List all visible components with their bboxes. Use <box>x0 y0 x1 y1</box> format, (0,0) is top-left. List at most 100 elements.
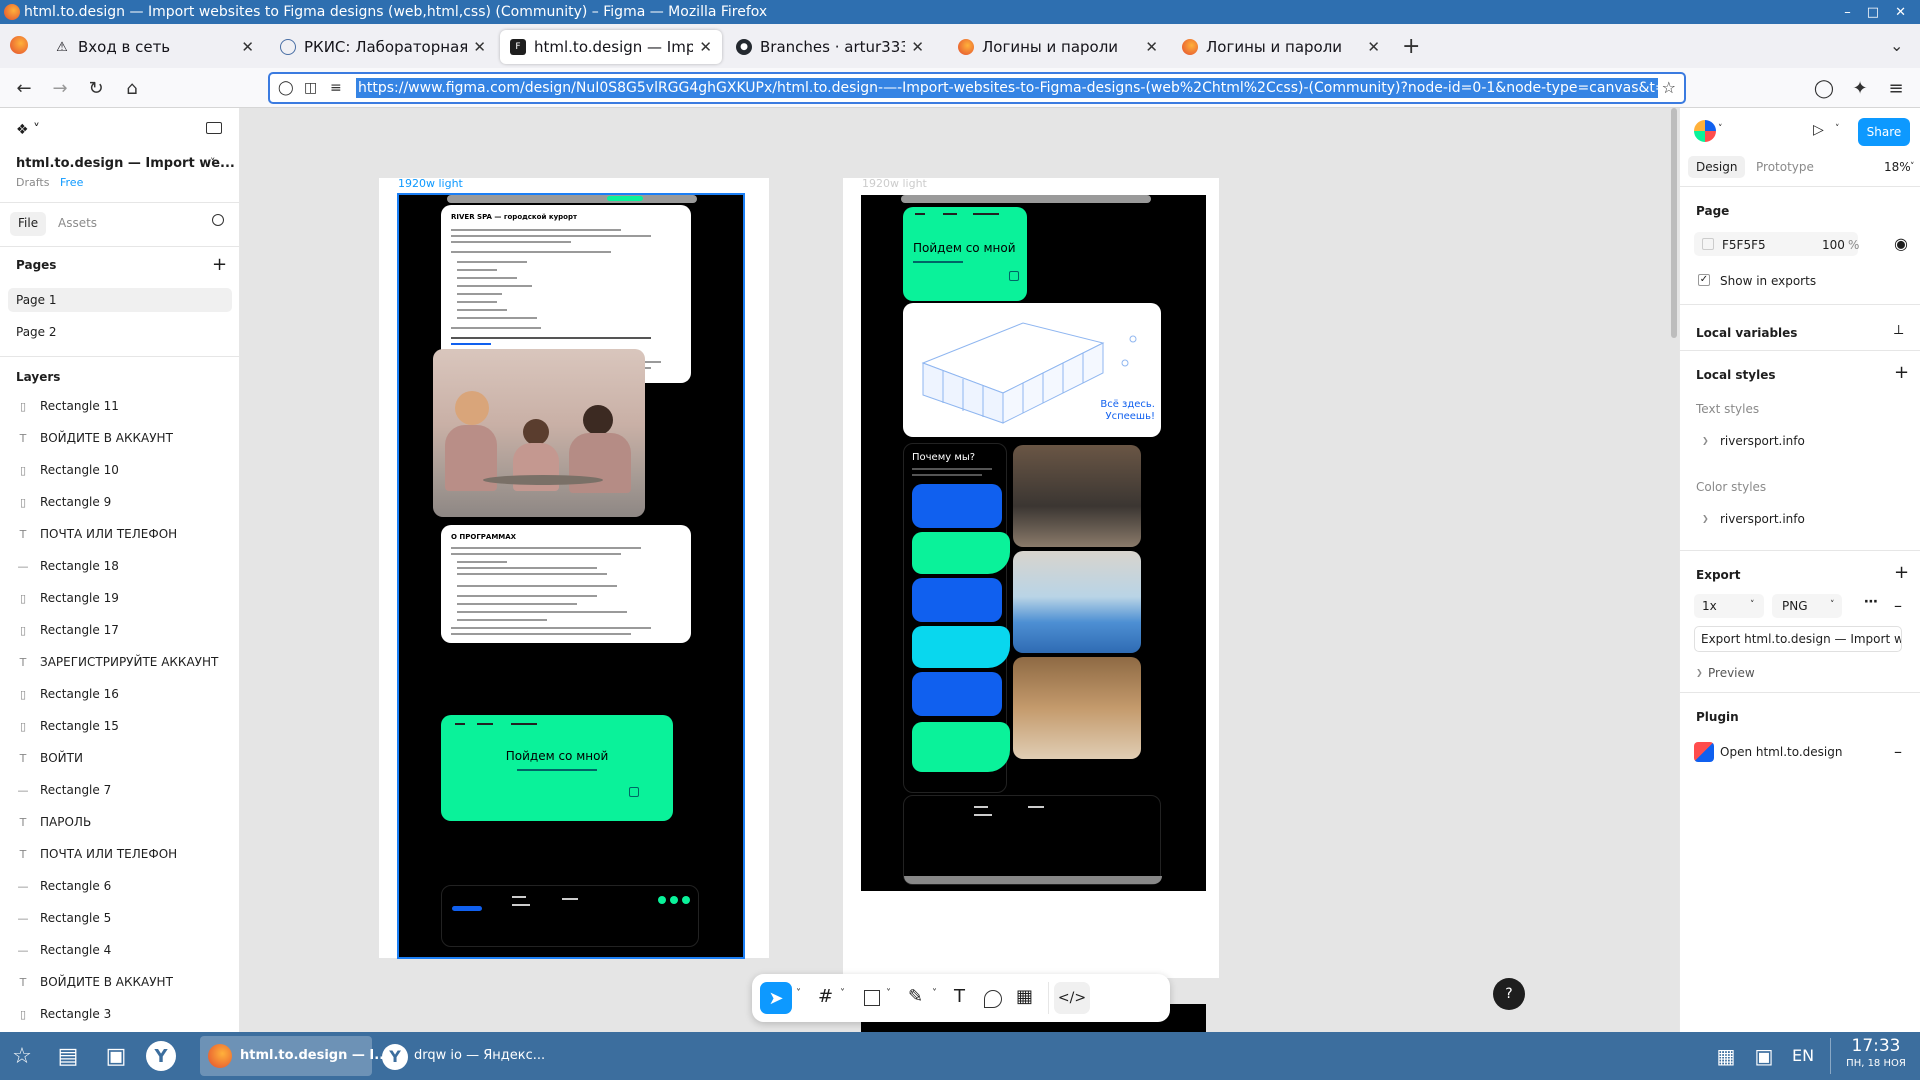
help-button[interactable]: ? <box>1493 978 1525 1010</box>
close-tab-icon[interactable]: ✕ <box>241 38 254 56</box>
start-menu-icon[interactable]: ☆ <box>6 1040 38 1072</box>
layer-item[interactable]: — Rectangle 6 <box>0 870 240 902</box>
file-location[interactable]: Drafts <box>16 176 49 189</box>
shield-icon[interactable]: ◯ <box>278 80 294 96</box>
chevron-down-icon[interactable]: ˅ <box>1830 600 1835 610</box>
add-page-icon[interactable]: + <box>212 254 227 275</box>
forward-arrow-icon[interactable]: → <box>48 76 72 100</box>
tray-network-icon[interactable]: ▣ <box>1748 1040 1780 1072</box>
local-variables-title[interactable]: Local variables <box>1696 326 1797 340</box>
file-menu-chevron-icon[interactable]: ˅ <box>210 156 216 169</box>
tab-logins-1[interactable]: Логины и пароли ✕ <box>948 30 1168 64</box>
checkbox-icon[interactable]: ✓ <box>1698 274 1710 286</box>
share-button[interactable]: Share <box>1858 118 1910 146</box>
layer-item[interactable]: T ЗАРЕГИСТРИРУЙТЕ АККАУНТ <box>0 646 240 678</box>
layer-item[interactable]: ▯ Rectangle 19 <box>0 582 240 614</box>
comment-icon[interactable] <box>984 990 1002 1008</box>
text-icon[interactable]: T <box>954 986 965 1007</box>
chevron-down-icon[interactable]: ˅ <box>796 988 801 999</box>
file-name[interactable]: html.to.design — Import we... <box>16 156 235 171</box>
zoom-level[interactable]: 18% <box>1884 160 1911 174</box>
eye-icon[interactable]: ◉ <box>1894 234 1908 253</box>
permissions-icon[interactable]: ≡ <box>330 80 342 96</box>
chevron-right-icon[interactable]: ❯ <box>1696 668 1703 677</box>
tab-prototype[interactable]: Prototype <box>1756 160 1814 174</box>
layer-item[interactable]: T ПОЧТА ИЛИ ТЕЛЕФОН <box>0 838 240 870</box>
taskbar-app[interactable]: Y drqw io — Яндекс... <box>378 1036 550 1076</box>
layer-item[interactable]: — Rectangle 7 <box>0 774 240 806</box>
page-opacity-value[interactable]: 100 <box>1822 238 1845 252</box>
layer-item[interactable]: ▯ Rectangle 16 <box>0 678 240 710</box>
chevron-down-icon[interactable]: ˅ <box>1750 600 1755 610</box>
tab-assets[interactable]: Assets <box>58 216 97 230</box>
frame-icon[interactable]: # <box>818 986 833 1007</box>
open-plugin-item[interactable]: Open html.to.design <box>1720 745 1842 759</box>
chevron-down-icon[interactable]: ˅ <box>840 988 845 999</box>
chevron-right-icon[interactable]: ❯ <box>1702 514 1709 523</box>
maximize-icon[interactable]: □ <box>1867 5 1879 20</box>
taskbar-app-active[interactable]: html.to.design — I... <box>200 1036 389 1076</box>
export-preview[interactable]: Preview <box>1708 666 1755 680</box>
rectangle-icon[interactable] <box>864 990 880 1006</box>
menu-icon[interactable]: ≡ <box>1884 76 1908 100</box>
tab-figma[interactable]: F html.to.design — Import w ✕ <box>500 30 722 64</box>
avatar[interactable] <box>1694 120 1716 142</box>
page-item-2[interactable]: Page 2 <box>16 325 57 339</box>
chevron-down-icon[interactable]: ˅ <box>1718 124 1723 134</box>
tab-list-chevron-icon[interactable]: ⌄ <box>1890 36 1903 55</box>
export-button[interactable]: Export html.to.design — Import w... <box>1694 626 1902 652</box>
text-style-item[interactable]: riversport.info <box>1720 434 1805 448</box>
back-arrow-icon[interactable]: ← <box>12 76 36 100</box>
layer-item[interactable]: — Rectangle 5 <box>0 902 240 934</box>
layer-item[interactable]: — Rectangle 4 <box>0 934 240 966</box>
lock-icon[interactable]: ◫ <box>304 80 317 96</box>
pocket-icon[interactable]: ◯ <box>1812 76 1836 100</box>
chevron-right-icon[interactable]: ❯ <box>1702 436 1709 445</box>
tab-github[interactable]: ● Branches · artur33334443 ✕ <box>726 30 934 64</box>
variables-icon[interactable]: ⟂ <box>1894 322 1903 338</box>
move-icon[interactable]: ➤ <box>760 982 792 1014</box>
clock-time[interactable]: 17:33 <box>1836 1036 1916 1056</box>
layer-item[interactable]: ▯ Rectangle 10 <box>0 454 240 486</box>
chevron-down-icon[interactable]: ˅ <box>1910 162 1915 172</box>
layer-item[interactable]: T ВОЙТИ <box>0 742 240 774</box>
layer-item[interactable]: ▯ Rectangle 11 <box>0 390 240 422</box>
tab-logins-2[interactable]: Логины и пароли ✕ <box>1172 30 1390 64</box>
tab-rkis[interactable]: РКИС: Лабораторная рабо ✕ <box>270 30 496 64</box>
firefox-view-icon[interactable] <box>10 36 28 54</box>
layer-item[interactable]: — Rectangle 18 <box>0 550 240 582</box>
close-tab-icon[interactable]: ✕ <box>911 38 924 56</box>
search-icon[interactable] <box>212 214 224 226</box>
file-manager-icon[interactable]: ▤ <box>52 1040 84 1072</box>
canvas-scrollbar[interactable] <box>1671 108 1677 338</box>
color-swatch[interactable] <box>1702 238 1714 250</box>
remove-export-icon[interactable]: – <box>1894 596 1902 615</box>
chevron-down-icon[interactable]: ˅ <box>932 988 937 999</box>
tray-grid-icon[interactable]: ▦ <box>1710 1040 1742 1072</box>
layer-item[interactable]: ▯ Rectangle 17 <box>0 614 240 646</box>
screenshot-icon[interactable]: ▣ <box>100 1040 132 1072</box>
color-style-item[interactable]: riversport.info <box>1720 512 1805 526</box>
close-tab-icon[interactable]: ✕ <box>473 38 486 56</box>
frame-1[interactable]: RIVER SPA — городской курорт О ПРОГРАММА… <box>397 193 745 959</box>
url-bar[interactable]: ◯ ◫ ≡ https://www.figma.com/design/NuI0S… <box>268 72 1686 104</box>
bookmark-star-icon[interactable]: ☆ <box>1662 78 1676 97</box>
close-window-icon[interactable]: ✕ <box>1895 5 1906 20</box>
chevron-down-icon[interactable]: ˅ <box>886 988 891 999</box>
pen-icon[interactable]: ✎ <box>908 986 923 1007</box>
frame-1-title[interactable]: 1920w light <box>398 177 463 190</box>
layer-item[interactable]: ▯ Rectangle 9 <box>0 486 240 518</box>
close-tab-icon[interactable]: ✕ <box>699 38 712 56</box>
reload-icon[interactable]: ↻ <box>84 76 108 100</box>
actions-icon[interactable]: ▦ <box>1016 986 1033 1007</box>
url-text[interactable]: https://www.figma.com/design/NuI0S8G5vlR… <box>356 78 1658 98</box>
page-color-value[interactable]: F5F5F5 <box>1722 238 1766 252</box>
frame-2[interactable]: Пойдем со мной Всё здесь. Успеешь! Почем… <box>861 195 1206 891</box>
plan-badge[interactable]: Free <box>60 176 83 189</box>
new-tab-icon[interactable]: + <box>1402 34 1420 59</box>
frame-2-title[interactable]: 1920w light <box>862 177 927 190</box>
tab-login[interactable]: ⚠ Вход в сеть ✕ <box>44 30 264 64</box>
tab-design[interactable]: Design <box>1688 156 1746 178</box>
add-export-icon[interactable]: + <box>1894 562 1909 583</box>
extensions-icon[interactable]: ✦ <box>1848 76 1872 100</box>
